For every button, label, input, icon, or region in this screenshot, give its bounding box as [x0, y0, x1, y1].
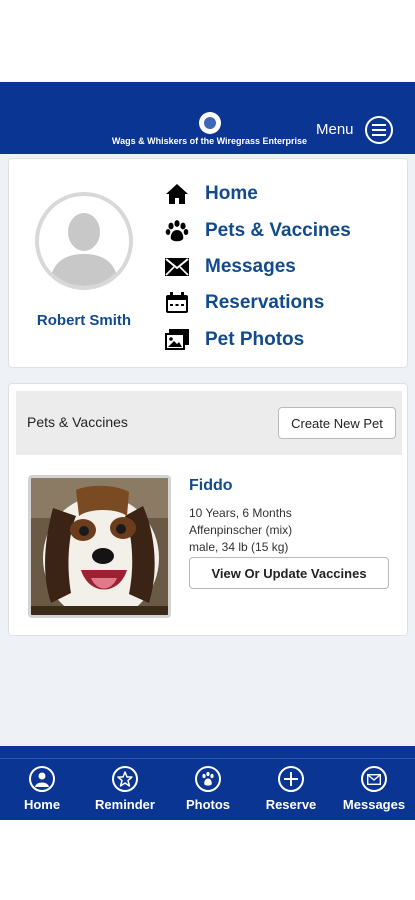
bottom-nav-divider	[0, 758, 415, 759]
create-new-pet-button[interactable]: Create New Pet	[278, 407, 396, 439]
nav-item-label: Home	[205, 183, 258, 204]
paw-icon	[164, 218, 190, 244]
tab-reminder[interactable]: Reminder	[90, 766, 160, 818]
nav-item-pet-photos[interactable]: Pet Photos	[164, 325, 304, 355]
tab-reserve[interactable]: Reserve	[261, 766, 321, 818]
home-icon	[164, 181, 190, 207]
menu-label[interactable]: Menu	[316, 121, 354, 138]
tab-label: Home	[23, 797, 61, 812]
view-update-vaccines-button[interactable]: View Or Update Vaccines	[189, 557, 389, 589]
pet-photo[interactable]	[28, 475, 171, 618]
avatar[interactable]	[35, 192, 133, 290]
pet-breed: Affenpinscher (mix)	[189, 523, 293, 537]
pet-age: 10 Years, 6 Months	[189, 506, 292, 520]
tab-messages[interactable]: Messages	[340, 766, 408, 818]
brand-logo[interactable]: Wags & Whiskers of the Wiregrass Enterpr…	[102, 112, 317, 146]
pet-name[interactable]: Fiddo	[189, 477, 233, 495]
profile-card: Robert Smith Home Pets & Vaccines Messag…	[8, 158, 408, 368]
nav-item-reservations[interactable]: Reservations	[164, 288, 324, 318]
nav-item-label: Reservations	[205, 292, 325, 313]
dog-photo-image	[31, 478, 168, 615]
calendar-icon	[164, 290, 190, 316]
user-silhouette-icon	[49, 213, 119, 286]
tab-home[interactable]: Home	[17, 766, 67, 818]
nav-item-messages[interactable]: Messages	[164, 252, 296, 282]
tab-photos[interactable]: Photos	[180, 766, 236, 818]
photos-icon	[164, 327, 190, 353]
nav-item-label: Messages	[205, 256, 296, 277]
nav-item-label: Pet Photos	[205, 329, 305, 350]
star-icon	[112, 766, 138, 792]
nav-item-label: Pets & Vaccines	[205, 220, 351, 241]
envelope-icon	[164, 254, 190, 280]
home-icon	[29, 766, 55, 792]
pets-section-header: Pets & Vaccines Create New Pet	[16, 391, 402, 455]
tab-label: Reserve	[265, 797, 317, 812]
user-name: Robert Smith	[36, 312, 132, 329]
tab-label: Messages	[342, 797, 406, 812]
nav-item-home[interactable]: Home	[164, 179, 258, 209]
nav-item-pets-vaccines[interactable]: Pets & Vaccines	[164, 216, 351, 246]
logo-text: Wags & Whiskers of the Wiregrass Enterpr…	[111, 136, 308, 146]
pet-details: male, 34 lb (15 kg)	[189, 540, 289, 554]
bottom-nav: Home Reminder Photos Reserve Messages	[0, 746, 415, 820]
app-header: Wags & Whiskers of the Wiregrass Enterpr…	[0, 82, 415, 154]
hamburger-icon	[372, 124, 386, 136]
menu-button[interactable]	[365, 116, 393, 144]
pets-card: Pets & Vaccines Create New Pet Fiddo 10 …	[8, 383, 408, 636]
tab-label: Reminder	[95, 797, 155, 812]
section-title: Pets & Vaccines	[27, 414, 128, 430]
plus-icon	[278, 766, 304, 792]
logo-badge-icon	[198, 112, 221, 134]
paw-icon	[195, 766, 221, 792]
envelope-icon	[361, 766, 387, 792]
tab-label: Photos	[185, 797, 231, 812]
